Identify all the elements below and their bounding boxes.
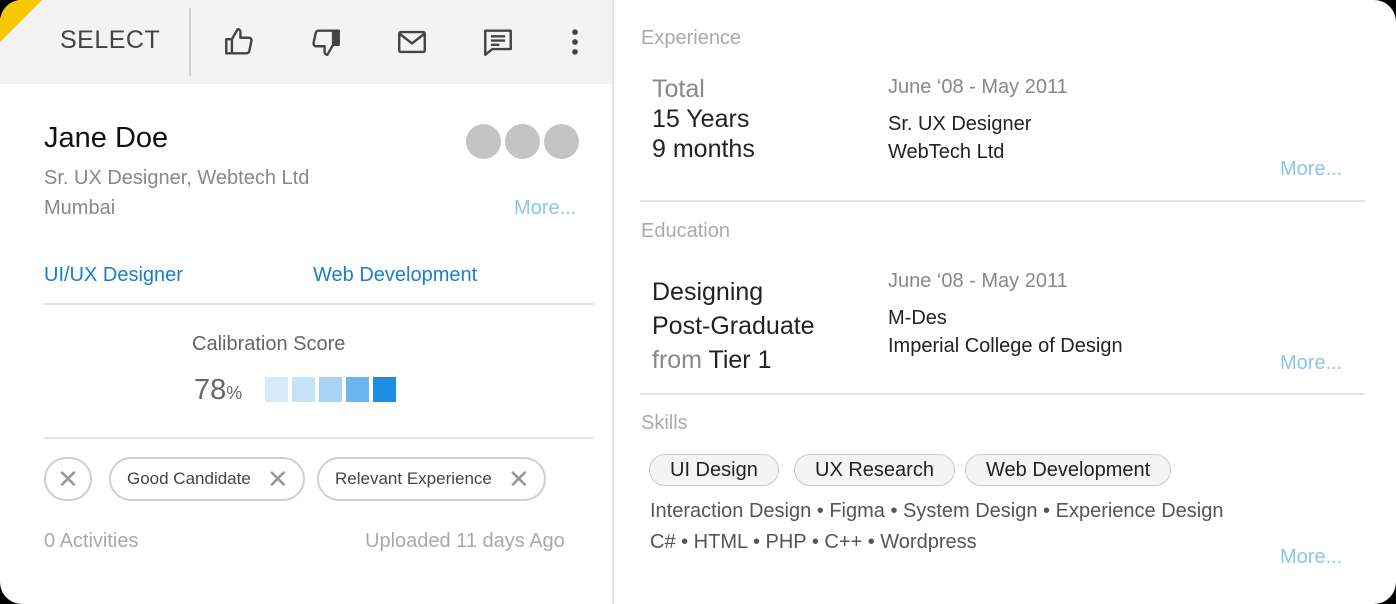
- calibration-bar: [319, 377, 342, 402]
- candidate-more-link[interactable]: More...: [514, 197, 576, 220]
- skills-title: Skills: [641, 412, 688, 434]
- candidate-city: Mumbai: [44, 197, 116, 219]
- status-dot: [466, 124, 501, 159]
- section-divider: [44, 437, 594, 439]
- chip-label: Good Candidate: [127, 469, 251, 488]
- comment-icon[interactable]: [478, 22, 518, 62]
- status-dot: [544, 124, 579, 159]
- education-dates: June ‘08 - May 2011: [888, 270, 1068, 292]
- tag-link-webdev[interactable]: Web Development: [313, 264, 477, 287]
- skills-list-secondary: C# • HTML • PHP • C++ • Wordpress: [650, 531, 977, 553]
- calibration-label: Calibration Score: [192, 333, 346, 355]
- chip-label: Relevant Experience: [335, 469, 492, 488]
- more-vertical-icon[interactable]: [555, 22, 595, 62]
- experience-position: Sr. UX Designer: [888, 113, 1032, 135]
- candidate-card: SELECT Jane Doe Sr. UX Designer, Webtech…: [0, 0, 1396, 604]
- section-divider: [640, 393, 1365, 395]
- status-dots: [466, 124, 579, 159]
- calibration-bar: [373, 377, 396, 402]
- section-divider: [44, 303, 594, 305]
- skills-list-primary: Interaction Design • Figma • System Desi…: [650, 500, 1224, 522]
- empty-chip[interactable]: ✕: [44, 457, 92, 501]
- tag-link-uiux[interactable]: UI/UX Designer: [44, 264, 183, 287]
- candidate-role: Sr. UX Designer, Webtech Ltd: [44, 167, 310, 189]
- calibration-bar: [265, 377, 288, 402]
- experience-years: 15 Years: [652, 105, 750, 133]
- education-line2: Post-Graduate: [652, 312, 815, 340]
- skill-pill-web-development: Web Development: [965, 454, 1172, 486]
- education-line1: Designing: [652, 278, 764, 306]
- action-toolbar: SELECT: [0, 0, 612, 84]
- education-tier: Tier 1: [708, 346, 772, 374]
- chip-relevant-experience[interactable]: Relevant Experience ✕: [317, 457, 546, 501]
- uploaded-date: Uploaded 11 days Ago: [365, 530, 565, 552]
- close-icon[interactable]: ✕: [508, 466, 530, 492]
- experience-company: WebTech Ltd: [888, 141, 1005, 163]
- education-school: Imperial College of Design: [888, 335, 1123, 357]
- status-dot: [505, 124, 540, 159]
- experience-title: Experience: [641, 27, 742, 49]
- education-from-label: from: [652, 346, 702, 374]
- experience-total-label: Total: [652, 75, 705, 103]
- skills-more-link[interactable]: More...: [1280, 546, 1342, 569]
- education-tier-line: from Tier 1: [652, 346, 771, 375]
- calibration-unit: %: [226, 383, 243, 403]
- calibration-value: 78: [194, 374, 227, 406]
- select-button[interactable]: SELECT: [60, 26, 160, 55]
- experience-more-link[interactable]: More...: [1280, 158, 1342, 181]
- toolbar-divider: [189, 8, 191, 76]
- calibration-bars: [265, 377, 396, 402]
- skill-pill-ui-design: UI Design: [649, 454, 779, 486]
- thumbs-up-icon[interactable]: [219, 22, 259, 62]
- education-title: Education: [641, 220, 730, 242]
- activities-count[interactable]: 0 Activities: [44, 530, 138, 553]
- panel-divider: [612, 0, 614, 604]
- calibration-bar: [292, 377, 315, 402]
- section-divider: [640, 200, 1365, 202]
- flag-marker: [0, 0, 42, 42]
- experience-months: 9 months: [652, 135, 755, 163]
- thumbs-down-icon[interactable]: [306, 22, 346, 62]
- chip-good-candidate[interactable]: Good Candidate ✕: [109, 457, 305, 501]
- calibration-score: 78%: [194, 374, 242, 407]
- calibration-bar: [346, 377, 369, 402]
- candidate-name: Jane Doe: [44, 122, 169, 154]
- education-more-link[interactable]: More...: [1280, 352, 1342, 375]
- close-icon[interactable]: ✕: [57, 466, 79, 492]
- skill-pill-ux-research: UX Research: [794, 454, 955, 486]
- mail-icon[interactable]: [392, 22, 432, 62]
- education-degree: M-Des: [888, 307, 947, 329]
- experience-dates: June ‘08 - May 2011: [888, 76, 1068, 98]
- close-icon[interactable]: ✕: [267, 466, 289, 492]
